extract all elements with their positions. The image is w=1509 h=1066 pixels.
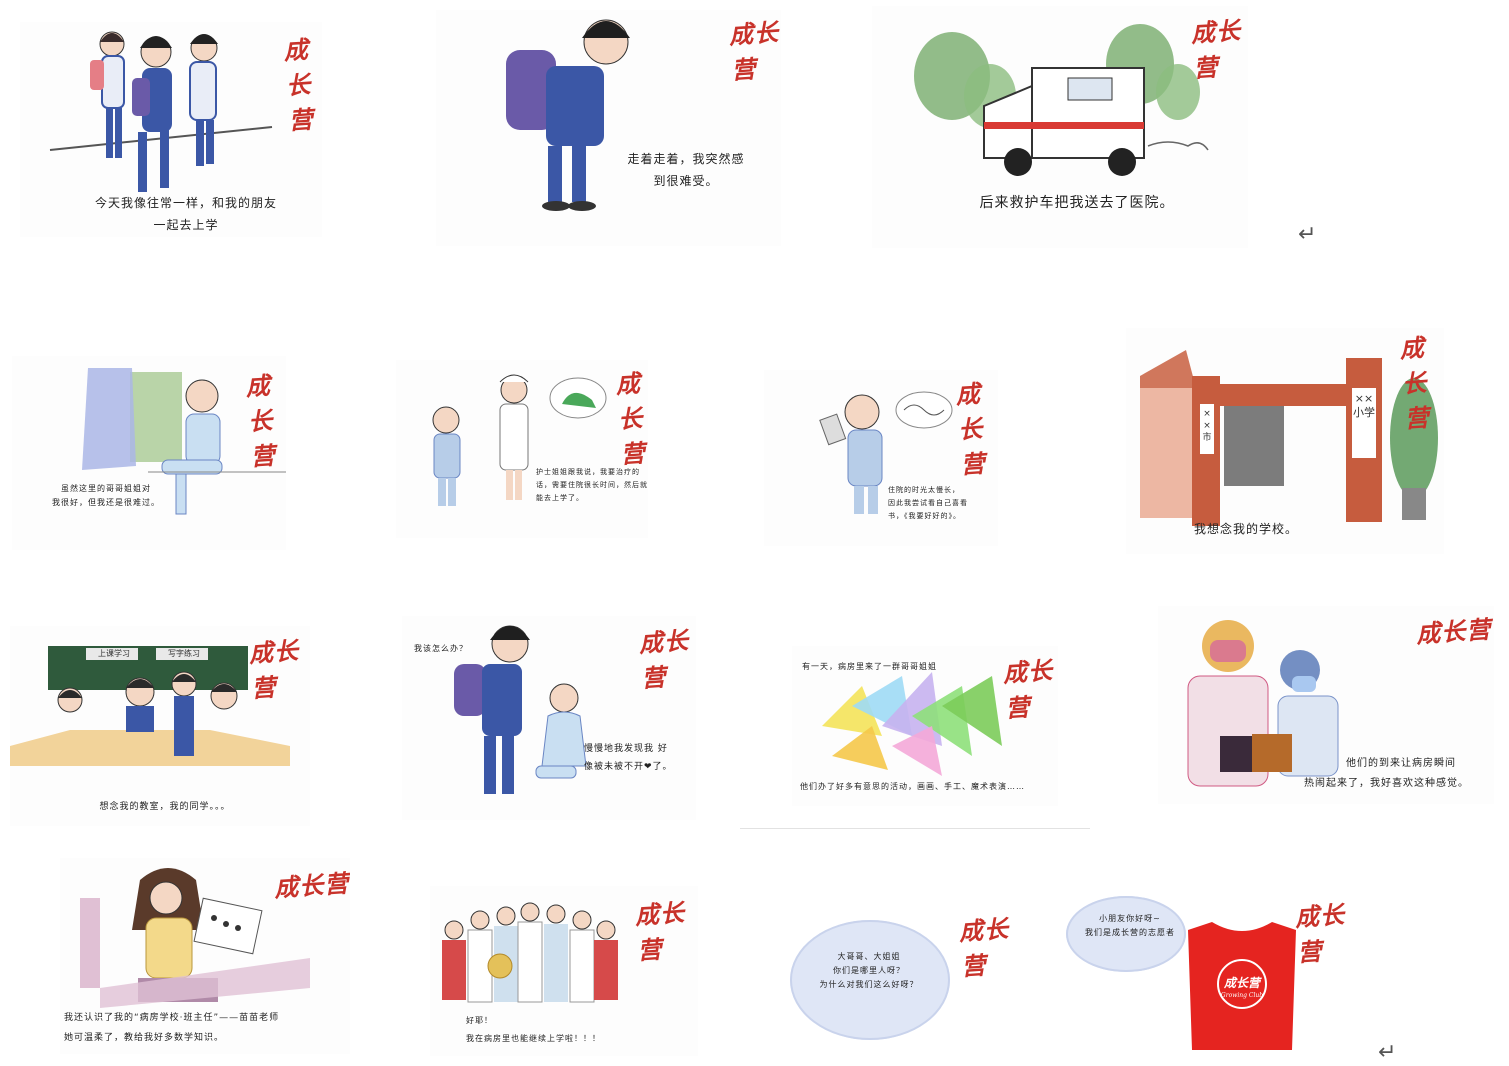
sign-label: ××市 bbox=[1202, 409, 1212, 443]
caption-line: 好耶！ bbox=[466, 1016, 493, 1025]
caption-line: 一起去上学 bbox=[153, 218, 219, 232]
brand-logo: 成长营 bbox=[1001, 655, 1054, 723]
comic-panel-6: 成长营 住院的时光太慢长， 因此我尝试看自己喜看 书，《我要好好的》。 bbox=[764, 370, 998, 546]
brand-logo: 成长营 bbox=[727, 17, 780, 85]
panel-caption: 后来救护车把我送去了医院。 bbox=[952, 192, 1202, 214]
panel-caption: 走着走着，我突然感 到很难受。 bbox=[606, 148, 766, 192]
caption-line: 我很好，但我还是很难过。 bbox=[52, 498, 160, 507]
caption-line: 今天我像往常一样，和我的朋友 bbox=[94, 196, 277, 210]
comic-panel-13: 成长营 好耶！ 我在病房里也能继续上学啦！！！ bbox=[430, 886, 698, 1056]
caption-line: 因此我尝试看自己喜看 bbox=[888, 499, 968, 507]
caption-line: 我在病房里也能继续上学啦！！！ bbox=[466, 1034, 601, 1043]
panel-caption: 想念我的教室，我的同学。。。 bbox=[80, 800, 250, 814]
caption-line: 到很难受。 bbox=[653, 174, 719, 188]
panel-caption: 小朋友你好呀~ 我们是成长营的志愿者 bbox=[1074, 912, 1186, 940]
caption-line: 走着走着，我突然感 bbox=[627, 152, 745, 166]
caption-line: 想念我的教室，我的同学。。。 bbox=[99, 802, 231, 812]
panel-caption: 我还认识了我的“病房学校·班主任”——苗苗老师 她可温柔了，教给我好多数学知识。 bbox=[64, 1008, 348, 1048]
comic-panel-8: 上课学习 写字练习 成长营 想念我的教室，我的同学。。。 bbox=[10, 626, 310, 826]
panel-caption-secondary: 慢慢地我发现我 好 像被未被不开❤了。 bbox=[584, 740, 694, 776]
panel-caption: 我想念我的学校。 bbox=[1166, 518, 1326, 540]
panel-caption: 护士姐姐跟我说，我要治疗的 话，需要住院很长时间，然后就 能去上学了。 bbox=[536, 466, 648, 505]
caption-line: 我们是成长营的志愿者 bbox=[1085, 928, 1175, 937]
comic-panel-9: 成长营 我该怎么办？ 慢慢地我发现我 好 像被未被不开❤了。 bbox=[402, 616, 696, 820]
blackboard-label-left: 上课学习 bbox=[98, 649, 130, 658]
caption-line: 住院的时光太慢长， bbox=[888, 486, 960, 494]
sign-label: ××小学 bbox=[1353, 392, 1375, 419]
school-sign-left: ××市 bbox=[1200, 408, 1214, 444]
comic-panel-15: 小朋友你好呀~ 我们是成长营的志愿者 成长营 Growing Club 成长营 bbox=[1062, 890, 1358, 1056]
paragraph-return-mark: ↵ bbox=[1298, 222, 1317, 247]
brand-logo: 成长营 bbox=[1398, 332, 1431, 434]
caption-line: 后来救护车把我送去了医院。 bbox=[979, 195, 1175, 211]
divider-line bbox=[740, 828, 1090, 829]
caption-line: 我想念我的学校。 bbox=[1193, 522, 1298, 536]
caption-line: 我该怎么办？ bbox=[414, 644, 468, 653]
comic-panel-1: 成长营 今天我像往常一样，和我的朋友 一起去上学 bbox=[20, 22, 322, 237]
panel-caption-secondary: 他们办了好多有意思的活动，画画、手工、魔术表演…… bbox=[800, 780, 1058, 794]
caption-line: 虽然这里的哥哥姐姐对 bbox=[61, 484, 151, 493]
caption-line: 他们的到来让病房瞬间 bbox=[1346, 758, 1456, 769]
caption-line: 小朋友你好呀~ bbox=[1099, 914, 1161, 923]
comic-panel-3: 成长营 后来救护车把我送去了医院。 bbox=[872, 6, 1248, 248]
panel-caption: 住院的时光太慢长， 因此我尝试看自己喜看 书，《我要好好的》。 bbox=[888, 484, 998, 523]
illustration-nurse-and-child bbox=[432, 374, 607, 506]
vest-logo-subtext: Growing Club bbox=[1220, 992, 1264, 999]
caption-line: 我还认识了我的“病房学校·班主任”——苗苗老师 bbox=[64, 1013, 280, 1023]
brand-logo: 成长营 bbox=[282, 34, 315, 136]
blackboard-label-right: 写字练习 bbox=[168, 649, 200, 658]
panel-caption: 大哥哥、大姐姐 你们是哪里人呀？ 为什么对我们这么好呀？ bbox=[804, 950, 934, 992]
comic-panel-11: 成长营 他们的到来让病房瞬间 热闹起来了，我好喜欢这种感觉。 bbox=[1158, 606, 1494, 804]
caption-line: 话，需要住院很长时间，然后就 bbox=[536, 481, 648, 489]
comic-panel-4: 成长营 虽然这里的哥哥姐姐对 我很好，但我还是很难过。 bbox=[12, 356, 286, 550]
caption-line: 像被未被不开❤了。 bbox=[584, 762, 673, 772]
brand-logo: 成长营 bbox=[637, 625, 690, 693]
panel-caption: 好耶！ bbox=[466, 1014, 526, 1028]
caption-line: 热闹起来了，我好喜欢这种感觉。 bbox=[1304, 778, 1469, 789]
caption-line: 他们办了好多有意思的活动，画画、手工、魔术表演…… bbox=[800, 782, 1025, 791]
brand-logo: 成长营 bbox=[954, 378, 987, 480]
panel-caption-secondary: 我在病房里也能继续上学啦！！！ bbox=[466, 1032, 698, 1046]
paragraph-return-mark: ↵ bbox=[1378, 1040, 1397, 1065]
caption-line: 能去上学了。 bbox=[536, 494, 584, 502]
brand-logo: 成长营 bbox=[1415, 614, 1493, 649]
comic-panel-12: 成长营 我还认识了我的“病房学校·班主任”——苗苗老师 她可温柔了，教给我好多数… bbox=[60, 858, 350, 1054]
brand-logo: 成长营 bbox=[957, 913, 1010, 982]
caption-line: 护士姐姐跟我说，我要治疗的 bbox=[536, 468, 640, 476]
comic-panel-14: 成长营 大哥哥、大姐姐 你们是哪里人呀？ 为什么对我们这么好呀？ bbox=[784, 900, 1024, 1056]
caption-line: 为什么对我们这么好呀？ bbox=[819, 980, 919, 989]
panel-caption: 今天我像往常一样，和我的朋友 一起去上学 bbox=[76, 192, 296, 236]
caption-line: 大哥哥、大姐姐 bbox=[837, 952, 901, 961]
school-sign-right: ××小学 bbox=[1352, 392, 1376, 420]
caption-line: 书，《我要好好的》。 bbox=[888, 512, 961, 520]
vest-logo-text: 成长营 bbox=[1223, 976, 1260, 990]
panel-caption: 有一天，病房里来了一群哥哥姐姐 bbox=[802, 660, 982, 674]
brand-logo: 成长营 bbox=[273, 868, 350, 903]
comic-panel-2: 成长营 走着走着，我突然感 到很难受。 bbox=[436, 10, 781, 246]
caption-line: 她可温柔了，教给我好多数学知识。 bbox=[64, 1033, 225, 1043]
caption-line: 有一天，病房里来了一群哥哥姐姐 bbox=[802, 662, 937, 671]
brand-logo: 成长营 bbox=[247, 635, 300, 704]
comic-panel-10: 成长营 有一天，病房里来了一群哥哥姐姐 他们办了好多有意思的活动，画画、手工、魔… bbox=[792, 646, 1058, 806]
panel-caption: 虽然这里的哥哥姐姐对 我很好，但我还是很难过。 bbox=[26, 482, 186, 510]
brand-logo: 成长营 bbox=[1293, 899, 1346, 968]
caption-line: 你们是哪里人呀？ bbox=[833, 966, 905, 975]
comic-panel-7: ××小学 ××小学 ××市 成长营 我想念我的学校。 bbox=[1126, 328, 1444, 554]
caption-line: 慢慢地我发现我 好 bbox=[584, 744, 668, 754]
brand-logo: 成长营 bbox=[1189, 15, 1242, 83]
brand-logo: 成长营 bbox=[244, 370, 277, 472]
brand-logo: 成长营 bbox=[633, 897, 686, 966]
panel-caption: 我该怎么办？ bbox=[414, 642, 494, 656]
panel-caption: 他们的到来让病房瞬间 热闹起来了，我好喜欢这种感觉。 bbox=[1304, 754, 1494, 794]
comic-panel-5: 成长营 护士姐姐跟我说，我要治疗的 话，需要住院很长时间，然后就 能去上学了。 bbox=[396, 360, 648, 538]
